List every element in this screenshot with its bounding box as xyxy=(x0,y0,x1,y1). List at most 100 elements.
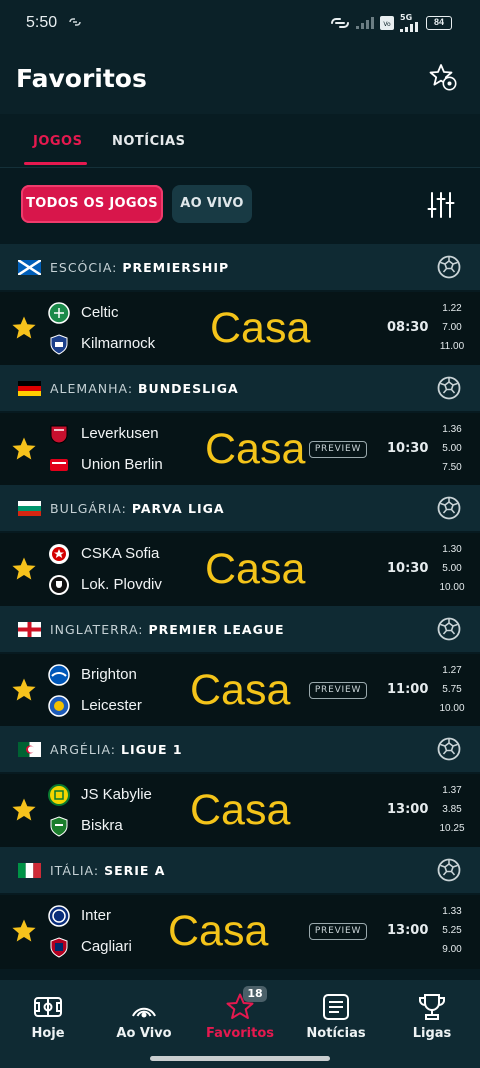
page-title: Favoritos xyxy=(16,64,147,93)
home-team-logo xyxy=(48,784,70,806)
active-tab-indicator xyxy=(24,162,87,165)
football-icon[interactable] xyxy=(437,737,461,761)
match-time: 10:30 xyxy=(387,561,429,576)
away-team-logo xyxy=(50,816,68,837)
league-header[interactable]: ARGÉLIA: LIGUE 1 xyxy=(0,726,480,772)
flag-icon xyxy=(18,381,41,396)
status-time: 5:50 xyxy=(26,14,58,31)
favorite-star-icon[interactable] xyxy=(11,677,37,703)
odd-away: 7.50 xyxy=(442,462,462,473)
league-header[interactable]: ESCÓCIA: PREMIERSHIP xyxy=(0,244,480,290)
odd-draw: 7.00 xyxy=(442,322,462,333)
odd-draw: 5.00 xyxy=(442,443,462,454)
home-indicator xyxy=(150,1056,330,1061)
football-icon[interactable] xyxy=(437,376,461,400)
odd-draw: 3.85 xyxy=(442,804,462,815)
trophy-icon xyxy=(419,994,445,1020)
away-team-name: Union Berlin xyxy=(81,456,163,473)
league-header[interactable]: ALEMANHA: BUNDESLIGA xyxy=(0,365,480,411)
flag-icon xyxy=(18,863,41,878)
favorite-star-icon[interactable] xyxy=(11,918,37,944)
away-team-logo xyxy=(50,334,68,355)
match-time: 13:00 xyxy=(387,923,429,938)
all-games-filter[interactable]: TODOS OS JOGOS xyxy=(21,185,163,223)
pitch-icon xyxy=(34,997,62,1017)
football-icon[interactable] xyxy=(437,858,461,882)
tabs: JOGOS NOTÍCIAS xyxy=(0,114,480,168)
flag-icon xyxy=(18,742,41,757)
live-filter[interactable]: AO VIVO xyxy=(172,185,252,223)
home-team-name: JS Kabylie xyxy=(81,786,152,803)
home-team-name: Brighton xyxy=(81,666,137,683)
nav-label: Ao Vivo xyxy=(116,1026,172,1041)
home-team-logo xyxy=(48,905,70,927)
nav-label: Hoje xyxy=(31,1026,65,1041)
match-row[interactable]: Inter Cagliari Casa PREVIEW 13:00 1.33 5… xyxy=(0,895,480,969)
football-icon[interactable] xyxy=(437,617,461,641)
link-icon xyxy=(69,18,81,26)
odd-home: 1.30 xyxy=(442,544,462,555)
tab-noticias[interactable]: NOTÍCIAS xyxy=(112,134,185,149)
match-row[interactable]: Celtic Kilmarnock Casa 08:30 1.22 7.00 1… xyxy=(0,292,480,366)
away-team-name: Lok. Plovdiv xyxy=(81,576,162,593)
nav-ao-vivo[interactable]: Ao Vivo xyxy=(96,980,192,1050)
away-team-logo xyxy=(48,695,70,717)
league-name: BULGÁRIA: PARVA LIGA xyxy=(50,501,225,516)
odd-away: 10.00 xyxy=(439,703,465,714)
league-name: ALEMANHA: BUNDESLIGA xyxy=(50,381,239,396)
news-icon xyxy=(323,994,349,1020)
network-type: 5G xyxy=(400,13,413,22)
away-team-name: Kilmarnock xyxy=(81,335,156,352)
odd-away: 10.00 xyxy=(439,582,465,593)
home-team-logo xyxy=(49,544,69,564)
volte-icon: Vo xyxy=(380,16,394,30)
flag-icon xyxy=(18,501,41,516)
odd-home: 1.27 xyxy=(442,665,462,676)
match-row[interactable]: Brighton Leicester Casa PREVIEW 11:00 1.… xyxy=(0,654,480,728)
league-name: ARGÉLIA: LIGUE 1 xyxy=(50,742,183,757)
overlay-casa-text: Casa xyxy=(205,425,306,473)
signal-icon xyxy=(356,17,374,29)
league-header[interactable]: ITÁLIA: SERIE A xyxy=(0,847,480,893)
nav-ligas[interactable]: Ligas xyxy=(384,980,480,1050)
status-icons: Vo 5G 84 xyxy=(330,13,452,33)
league-name: ESCÓCIA: PREMIERSHIP xyxy=(50,260,230,275)
odd-home: 1.33 xyxy=(442,906,462,917)
favorite-star-icon[interactable] xyxy=(11,436,37,462)
match-row[interactable]: JS Kabylie Biskra Casa 13:00 1.37 3.85 1… xyxy=(0,774,480,848)
favorite-star-icon[interactable] xyxy=(11,797,37,823)
home-team-name: Leverkusen xyxy=(81,425,159,442)
nav-hoje[interactable]: Hoje xyxy=(0,980,96,1050)
odd-away: 10.25 xyxy=(439,823,465,834)
favorites-count-badge: 18 xyxy=(243,986,267,1002)
football-icon[interactable] xyxy=(437,496,461,520)
preview-badge[interactable]: PREVIEW xyxy=(309,923,367,940)
nav-label: Notícias xyxy=(306,1026,366,1041)
app-header: Favoritos xyxy=(0,48,480,114)
odd-draw: 5.25 xyxy=(442,925,462,936)
battery-indicator: 84 xyxy=(426,16,452,30)
football-icon[interactable] xyxy=(437,255,461,279)
match-row[interactable]: CSKA Sofia Lok. Plovdiv Casa 10:30 1.30 … xyxy=(0,533,480,607)
match-row[interactable]: Leverkusen Union Berlin Casa PREVIEW 10:… xyxy=(0,413,480,487)
tab-jogos[interactable]: JOGOS xyxy=(33,134,82,149)
preview-badge[interactable]: PREVIEW xyxy=(309,441,367,458)
sliders-icon[interactable] xyxy=(426,190,456,220)
preview-badge[interactable]: PREVIEW xyxy=(309,682,367,699)
nav-noticias[interactable]: Notícias xyxy=(288,980,384,1050)
favorite-star-icon[interactable] xyxy=(11,556,37,582)
favorite-star-icon[interactable] xyxy=(11,315,37,341)
status-bar: 5:50 Vo 5G 84 xyxy=(0,0,480,48)
league-header[interactable]: BULGÁRIA: PARVA LIGA xyxy=(0,485,480,531)
nav-favoritos[interactable]: 18 Favoritos xyxy=(192,980,288,1050)
match-time: 10:30 xyxy=(387,441,429,456)
odd-home: 1.22 xyxy=(442,303,462,314)
league-header[interactable]: INGLATERRA: PREMIER LEAGUE xyxy=(0,606,480,652)
home-team-logo xyxy=(48,664,70,686)
flag-icon xyxy=(18,260,41,275)
away-team-name: Cagliari xyxy=(81,938,132,955)
overlay-casa-text: Casa xyxy=(190,666,291,714)
flag-icon xyxy=(18,622,41,637)
star-gear-icon[interactable] xyxy=(428,62,458,92)
home-team-logo xyxy=(50,425,68,444)
